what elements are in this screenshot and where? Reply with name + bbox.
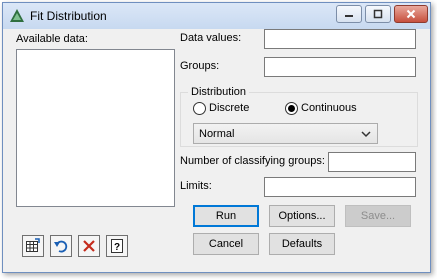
svg-text:?: ?: [114, 242, 120, 253]
close-icon: [406, 9, 416, 19]
spreadsheet-button[interactable]: [22, 235, 44, 257]
maximize-button[interactable]: [365, 5, 391, 23]
app-icon: [10, 9, 24, 22]
undo-icon: [54, 240, 68, 253]
spreadsheet-icon: [26, 238, 40, 252]
data-values-input[interactable]: [264, 29, 416, 49]
save-button[interactable]: Save...: [345, 205, 411, 227]
distribution-select[interactable]: Normal: [193, 123, 378, 144]
run-button[interactable]: Run: [193, 205, 259, 227]
window-title: Fit Distribution: [30, 9, 107, 23]
groups-input[interactable]: [264, 57, 416, 77]
discrete-radio-label[interactable]: Discrete: [209, 102, 249, 114]
minimize-button[interactable]: [336, 5, 362, 23]
classifying-groups-label: Number of classifying groups:: [180, 155, 325, 167]
continuous-radio-label[interactable]: Continuous: [301, 102, 357, 114]
help-icon: ?: [111, 239, 123, 253]
classifying-groups-input[interactable]: [328, 152, 416, 172]
clear-button[interactable]: [78, 235, 100, 257]
close-button[interactable]: [394, 5, 428, 23]
available-data-list[interactable]: [16, 49, 175, 207]
distribution-legend: Distribution: [188, 86, 250, 98]
chevron-down-icon: [361, 131, 371, 138]
continuous-radio[interactable]: [285, 102, 298, 115]
data-values-label: Data values:: [180, 32, 242, 44]
defaults-button[interactable]: Defaults: [269, 233, 335, 255]
discrete-radio[interactable]: [193, 102, 206, 115]
fit-distribution-dialog: Fit Distribution Available data: Data va…: [2, 2, 431, 273]
cancel-button[interactable]: Cancel: [193, 233, 259, 255]
limits-label: Limits:: [180, 180, 212, 192]
minimize-icon: [345, 15, 353, 17]
options-button[interactable]: Options...: [269, 205, 335, 227]
undo-button[interactable]: [50, 235, 72, 257]
maximize-icon: [373, 9, 383, 19]
title-bar[interactable]: Fit Distribution: [3, 3, 430, 29]
limits-input[interactable]: [264, 177, 416, 197]
distribution-select-value: Normal: [199, 128, 235, 140]
help-button[interactable]: ?: [106, 235, 128, 257]
available-data-label: Available data:: [16, 33, 88, 45]
clear-icon: [83, 240, 95, 252]
groups-label: Groups:: [180, 60, 220, 72]
